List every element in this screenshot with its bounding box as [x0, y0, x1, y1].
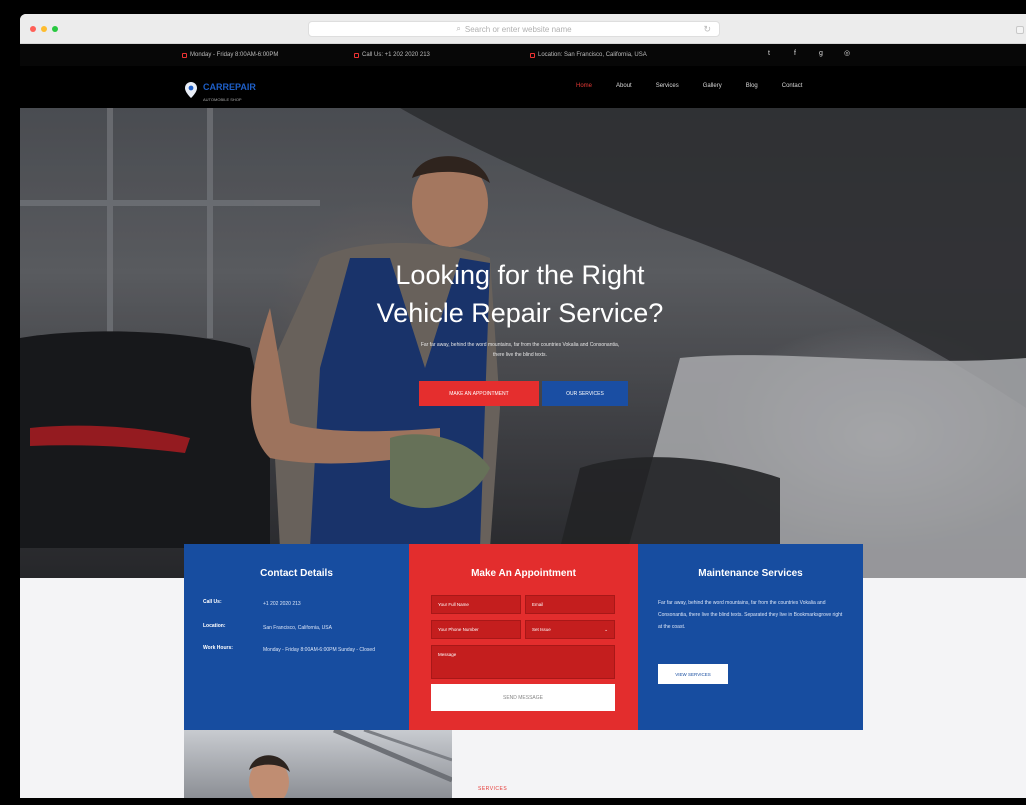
view-services-button[interactable]: VIEW SERVICES — [658, 664, 728, 684]
facebook-icon[interactable]: f — [791, 50, 799, 58]
contact-label: Call Us: — [203, 599, 222, 605]
contact-value: San Francisco, California, USA — [263, 625, 332, 631]
hero-subtitle: Far far away, behind the word mountains,… — [350, 340, 690, 360]
clock-icon — [182, 52, 187, 58]
services-section-label: SERVICES — [478, 786, 508, 792]
hero-section: Looking for the Right Vehicle Repair Ser… — [20, 108, 1026, 578]
phone-info: Call Us: +1 202 2020 213 — [354, 52, 430, 58]
services-image — [184, 730, 452, 798]
hero-subtitle-line-1: Far far away, behind the word mountains,… — [420, 342, 620, 348]
map-pin-icon — [530, 52, 535, 58]
contact-details-title: Contact Details — [260, 568, 333, 579]
mechanic-photo — [249, 730, 452, 798]
send-message-button[interactable]: SEND MESSAGE — [431, 684, 615, 711]
hero-title-line-1: Looking for the Right — [395, 260, 645, 290]
hero-subtitle-line-2: there live the blind texts. — [493, 352, 547, 358]
email-placeholder: Email — [532, 602, 544, 607]
new-tab-button[interactable] — [1016, 26, 1024, 34]
browser-chrome: ⌕ Search or enter website name ↻ — [20, 14, 1026, 44]
phone-input[interactable]: Your Phone Number — [431, 620, 521, 639]
nav-item-contact[interactable]: Contact — [782, 83, 803, 89]
reload-icon[interactable]: ↻ — [703, 24, 711, 35]
contact-row-location: Location: San Francisco, California, USA — [203, 623, 403, 634]
email-input[interactable]: Email — [525, 595, 615, 614]
contact-details-card: Contact Details Call Us: +1 202 2020 213… — [184, 544, 409, 730]
location-text: Location: San Francisco, California, USA — [538, 52, 647, 58]
maintenance-services-card: Maintenance Services Far far away, behin… — [638, 544, 863, 730]
maintenance-title: Maintenance Services — [698, 568, 803, 579]
phone-icon — [354, 52, 359, 58]
issue-select-value: Set Issue — [532, 627, 551, 632]
contact-row-hours: Work Hours: Monday - Friday 8:00AM-6:00P… — [203, 645, 403, 656]
nav-item-blog[interactable]: Blog — [746, 83, 758, 89]
google-icon[interactable]: g — [817, 50, 825, 58]
hours-info: Monday - Friday 8:00AM-6:00PM — [182, 52, 278, 58]
issue-select[interactable]: Set Issue ⌄ — [525, 620, 615, 639]
contact-label: Location: — [203, 623, 226, 629]
brand-name: CARREPAIR — [203, 82, 256, 92]
nav-item-services[interactable]: Services — [656, 83, 679, 89]
chevron-down-icon: ⌄ — [604, 627, 608, 632]
minimize-window-button[interactable] — [41, 26, 47, 32]
main-navbar: CARREPAIR AUTOMOBILE SHOP Home About Ser… — [20, 66, 1026, 108]
our-services-button[interactable]: OUR SERVICES — [542, 381, 628, 406]
appointment-title: Make An Appointment — [471, 568, 576, 579]
contact-value: Monday - Friday 8:00AM-6:00PM Sunday - C… — [263, 647, 375, 653]
search-icon: ⌕ — [456, 24, 461, 33]
message-placeholder: Message — [438, 652, 457, 657]
nav-menu: Home About Services Gallery Blog Contact — [576, 83, 826, 89]
brand-logo[interactable]: CARREPAIR AUTOMOBILE SHOP — [185, 77, 256, 102]
twitter-icon[interactable]: t — [765, 50, 773, 58]
maximize-window-button[interactable] — [52, 26, 58, 32]
hero-title-line-2: Vehicle Repair Service? — [376, 298, 664, 328]
instagram-icon[interactable]: ◎ — [843, 50, 851, 58]
phone-text[interactable]: Call Us: +1 202 2020 213 — [362, 52, 430, 58]
hours-text: Monday - Friday 8:00AM-6:00PM — [190, 52, 279, 58]
location-pin-icon — [185, 81, 197, 98]
nav-item-home[interactable]: Home — [576, 83, 592, 89]
nav-item-about[interactable]: About — [616, 83, 632, 89]
phone-placeholder: Your Phone Number — [438, 627, 479, 632]
contact-label: Work Hours: — [203, 645, 233, 651]
address-placeholder: Search or enter website name — [464, 24, 572, 34]
full-name-input[interactable]: Your Full Name — [431, 595, 521, 614]
close-window-button[interactable] — [30, 26, 36, 32]
address-bar[interactable]: ⌕ Search or enter website name ↻ — [308, 21, 720, 37]
contact-row-phone: Call Us: +1 202 2020 213 — [203, 599, 403, 610]
nav-item-gallery[interactable]: Gallery — [703, 83, 722, 89]
location-info: Location: San Francisco, California, USA — [530, 52, 647, 58]
full-name-placeholder: Your Full Name — [438, 602, 469, 607]
browser-window: ⌕ Search or enter website name ↻ Monday … — [20, 14, 1026, 798]
social-links: t f g ◎ — [765, 50, 869, 58]
brand-tagline: AUTOMOBILE SHOP — [203, 97, 242, 102]
contact-value[interactable]: +1 202 2020 213 — [263, 599, 403, 610]
appointment-form-card: Make An Appointment Your Full Name Email… — [409, 544, 638, 730]
message-textarea[interactable]: Message — [431, 645, 615, 679]
maintenance-description: Far far away, behind the word mountains,… — [658, 600, 843, 630]
top-info-bar: Monday - Friday 8:00AM-6:00PM Call Us: +… — [20, 44, 1026, 66]
hero-title: Looking for the Right Vehicle Repair Ser… — [320, 256, 720, 332]
make-appointment-button[interactable]: MAKE AN APPOINTMENT — [419, 381, 539, 406]
